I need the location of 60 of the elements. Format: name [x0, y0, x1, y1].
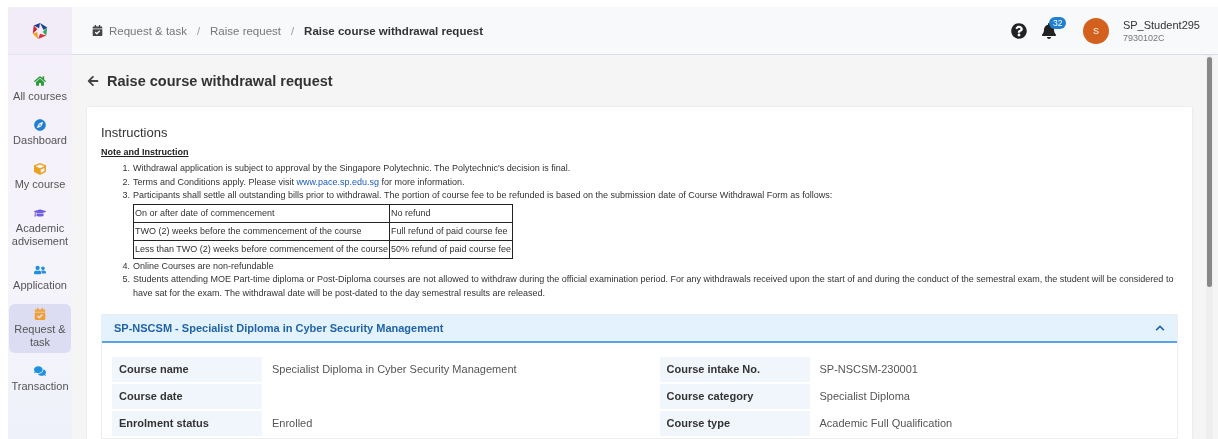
- notification-count: 32: [1048, 16, 1067, 29]
- field-value: SP-NSCSM-230001: [818, 362, 919, 377]
- calendar-check-icon: [92, 25, 103, 36]
- user-name: SP_Student295: [1122, 18, 1200, 31]
- instruction-text: Terms and Conditions apply. Please visit www.pace.sp.edu.sg for more information.: [133, 176, 465, 187]
- sidebar-item[interactable]: Transaction: [9, 361, 71, 397]
- table-cell: No refund: [389, 204, 513, 222]
- field-value: Specialist Diploma in Cyber Security Management: [271, 362, 518, 377]
- breadcrumb-link[interactable]: Request & task: [109, 24, 187, 37]
- list-number: 2.: [121, 175, 130, 189]
- calendar-check-icon: [34, 308, 46, 320]
- compass-icon: [34, 119, 46, 131]
- section-subtitle: Note and Instruction: [101, 147, 190, 157]
- breadcrumb-separator: /: [197, 24, 201, 37]
- instruction-text: Participants shall settle all outstanding bills prior to withdrawal. The portion of course fee to be refunded is based on the submission date of Course Withdrawal Form as follows:: [133, 190, 833, 200]
- breadcrumb-separator: /: [291, 24, 295, 37]
- collapse-icon[interactable]: [1155, 323, 1165, 333]
- field-label: Course type: [659, 411, 810, 436]
- panel-title[interactable]: SP-NSCSM - Specialist Diploma in Cyber Security Management: [114, 322, 444, 334]
- list-number: 5.: [121, 273, 130, 286]
- table-cell: Less than TWO (2) weeks before commencement of the course: [133, 240, 390, 258]
- instruction-text: Online Courses are non-refundable: [133, 260, 274, 271]
- user-id: 7930102C: [1122, 32, 1166, 43]
- field-value: Enrolled: [271, 416, 314, 431]
- sidebar-item[interactable]: Academic advisement: [9, 203, 71, 252]
- field-label: Enrolment status: [112, 411, 262, 436]
- table-cell: Full refund of paid course fee: [389, 222, 513, 240]
- graduation-cap-icon: [34, 207, 46, 219]
- list-number: 1.: [121, 162, 130, 175]
- breadcrumb-link[interactable]: Raise request: [210, 24, 281, 37]
- field-label: Course intake No.: [659, 357, 810, 382]
- field-value: Specialist Diploma: [818, 389, 911, 404]
- section-title: Instructions: [101, 125, 169, 140]
- home-icon: [34, 75, 46, 87]
- sidebar-item[interactable]: My course: [9, 159, 71, 195]
- list-number: 4.: [121, 259, 130, 273]
- table-cell: TWO (2) weeks before the commencement of the course: [133, 222, 390, 240]
- sidebar-item[interactable]: All courses: [9, 71, 71, 107]
- help-icon[interactable]: [1010, 22, 1027, 39]
- sidebar-item[interactable]: Application: [9, 260, 71, 296]
- page-title: Raise course withdrawal request: [107, 73, 333, 89]
- list-number: 3.: [121, 189, 130, 202]
- back-arrow-icon[interactable]: [87, 75, 99, 87]
- website-link[interactable]: www.pace.sp.edu.sg: [296, 176, 379, 187]
- sidebar-item[interactable]: Dashboard: [9, 115, 71, 151]
- sidebar-item[interactable]: Request & task: [9, 304, 71, 353]
- field-label: Course name: [112, 357, 262, 382]
- avatar[interactable]: S: [1082, 17, 1109, 44]
- logo-icon: [31, 21, 49, 40]
- field-value: Academic Full Qualification: [818, 416, 954, 431]
- field-label: Course category: [659, 384, 810, 409]
- table-cell: On or after date of commencement: [133, 204, 390, 222]
- instruction-text: Withdrawal application is subject to approval by the Singapore Polytechnic. The Polytechnic's decision is final.: [133, 163, 571, 173]
- chat-icon: [34, 365, 46, 377]
- field-label: Course date: [112, 384, 262, 409]
- table-cell: 50% refund of paid course fee: [389, 240, 513, 258]
- instruction-text: Students attending MOE Part-time diploma or Post-Diploma courses are not allowed to withdraw during the official examination period. For any withdrawals received upon the start of and during the conduct of the semestral exam, the student will be considered to have sat for the exam. The withdrawal date will be post-dated to the day semestral results are released.: [133, 274, 1174, 298]
- cube-icon: [34, 163, 46, 175]
- people-icon: [34, 264, 46, 276]
- scrollbar[interactable]: [1207, 57, 1212, 287]
